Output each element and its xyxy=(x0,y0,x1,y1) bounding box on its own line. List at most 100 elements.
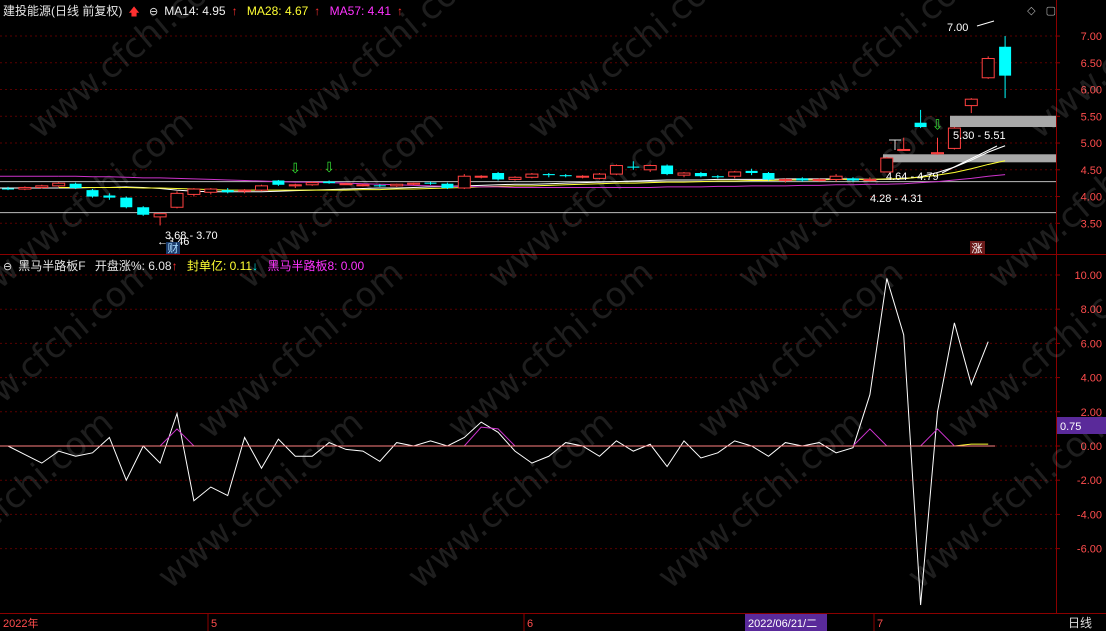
candle-body-down xyxy=(745,170,758,174)
osc-tick-label: -2.00 xyxy=(1077,475,1102,487)
candle-body-down xyxy=(762,173,775,180)
line8-label: 黑马半路板8: 0.00 xyxy=(267,259,365,273)
candle-body-down xyxy=(627,166,640,168)
signal-down-arrow-icon: ⇩ xyxy=(932,116,944,132)
candle-body-up xyxy=(457,175,471,189)
max-price-pointer xyxy=(976,20,995,27)
candle-body-up xyxy=(35,185,49,188)
candle-body-up xyxy=(153,213,167,218)
candle-body-down xyxy=(542,174,555,176)
price-tick-label: 5.00 xyxy=(1081,138,1102,150)
candle-body-down xyxy=(323,181,336,184)
osc-tick-label: -4.00 xyxy=(1077,509,1102,521)
candle-body-up xyxy=(288,184,302,187)
diamond-icon[interactable]: ◇ xyxy=(1027,5,1035,17)
indicator-name: 黑马半路板F xyxy=(18,259,86,273)
settings-icon[interactable]: ⊖ xyxy=(149,4,158,20)
signal-down-arrow-icon: ⇩ xyxy=(289,160,301,176)
watermark-text: www.cfchi.com xyxy=(690,252,911,446)
candle-body-up xyxy=(187,188,201,195)
period-button[interactable]: 日线 xyxy=(1068,616,1092,630)
cursor-date-label: 2022/06/21/二 xyxy=(748,618,817,630)
zone-label-upper: 5.30 - 5.51 xyxy=(953,130,1006,142)
watermark-text: www.cfchi.com xyxy=(20,0,241,147)
candle-body-up xyxy=(238,189,252,192)
window-icon[interactable]: ▢ xyxy=(1046,5,1056,17)
candle-body-up xyxy=(390,183,404,187)
fin-tag: 财 xyxy=(168,241,179,255)
watermark-text: www.cfchi.com xyxy=(270,0,491,147)
candle-body-down xyxy=(796,178,809,181)
candle-body-down xyxy=(441,183,454,188)
candle-body-up xyxy=(255,185,268,191)
candle-body-up xyxy=(609,165,623,175)
indicator-settings-icon[interactable]: ⊖ xyxy=(3,259,12,275)
candle-body-down xyxy=(221,190,234,193)
signal-down-arrow-icon: ⇩ xyxy=(323,159,335,175)
axis-month5: 5 xyxy=(211,618,217,630)
axis-month7: 7 xyxy=(877,618,883,630)
candle-body-up xyxy=(863,178,877,181)
candle-body-down xyxy=(86,190,99,197)
candle-body-down xyxy=(69,183,82,188)
candle-body-up xyxy=(931,152,944,155)
zhang-tag: 涨 xyxy=(972,242,983,255)
seal-down-icon: ↓ xyxy=(252,259,259,273)
main-legend: 建投能源(日线 前复权) 🡅 ⊖ MA14: 4.95 ↑ MA28: 4.67 ↑ M… xyxy=(3,3,409,19)
watermark-text: www.cfchi.com xyxy=(400,402,621,596)
candle-body-up xyxy=(576,175,590,178)
price-tick-label: 7.00 xyxy=(1081,31,1102,43)
candle-body-up xyxy=(812,178,826,181)
candle-body-up xyxy=(52,182,66,187)
candle-body-up xyxy=(204,188,218,193)
candle-body-up xyxy=(897,148,911,151)
indicator-legend: ⊖ 黑马半路板F 开盘涨%: 6.08↑ 封单亿: 0.11↓ 黑马半路板8: 0… xyxy=(3,258,370,274)
candle-body-up xyxy=(593,173,606,179)
axis-year-label: 2022年 xyxy=(3,616,38,630)
candle-body-up xyxy=(525,173,539,178)
zone-band xyxy=(950,115,1056,127)
ma57-up-icon: ↑ xyxy=(397,4,404,18)
watermark-text: www.cfchi.com xyxy=(440,252,661,446)
candle-body-up xyxy=(474,175,488,178)
candle-body-up xyxy=(778,178,792,181)
osc-value-tag: 0.75 xyxy=(1060,421,1081,433)
zone-label-mid: 4.64 - 4.79 xyxy=(886,171,939,183)
candle-body-down xyxy=(120,197,133,208)
candle-body-down xyxy=(711,176,724,178)
window-controls: ◇ ▢ xyxy=(1017,4,1056,17)
candle-body-down xyxy=(272,180,285,185)
candle-body-up xyxy=(643,165,657,171)
stock-title: 建投能源(日线 前复权) xyxy=(3,4,123,18)
candle-body-up xyxy=(964,98,978,107)
candle-body-down xyxy=(914,122,927,127)
candle-body-down xyxy=(424,182,437,184)
up-arrow-icon: 🡅 xyxy=(128,6,140,18)
ma14-label: MA14: 4.95 xyxy=(164,4,226,18)
watermark-text: www.cfchi.com xyxy=(480,102,701,296)
candle-body-down xyxy=(492,173,505,180)
seal-label: 封单亿: 0.11 xyxy=(186,259,253,273)
axis-month6: 6 xyxy=(527,618,533,630)
candle-body-up xyxy=(981,58,995,79)
watermark-text: www.cfchi.com xyxy=(650,402,871,596)
ma28-label: MA28: 4.67 xyxy=(246,4,309,18)
candle-body-down xyxy=(559,175,572,177)
open-pct-label: 开盘涨%: 6.08 xyxy=(94,259,172,273)
candle-body-down xyxy=(103,195,116,198)
stock-chart[interactable]: 7.006.506.005.505.004.504.003.5010.008.0… xyxy=(0,0,1106,631)
candle-body-up xyxy=(407,182,421,185)
candle-body-up xyxy=(880,157,894,173)
ma14-up-icon: ↑ xyxy=(231,4,238,18)
candle-body-down xyxy=(999,46,1012,76)
candle-body-up xyxy=(18,186,32,190)
watermark-text: www.cfchi.com xyxy=(150,402,371,596)
candle-body-up xyxy=(339,183,353,186)
candle-body-up xyxy=(508,176,522,180)
watermark-text: www.cfchi.com xyxy=(0,402,121,596)
candle-body-up xyxy=(728,171,742,177)
ma57-label: MA57: 4.41 xyxy=(329,4,392,18)
candle-body-up xyxy=(356,184,370,187)
osc-tick-label: 10.00 xyxy=(1074,270,1102,282)
candle-body-down xyxy=(694,173,707,177)
